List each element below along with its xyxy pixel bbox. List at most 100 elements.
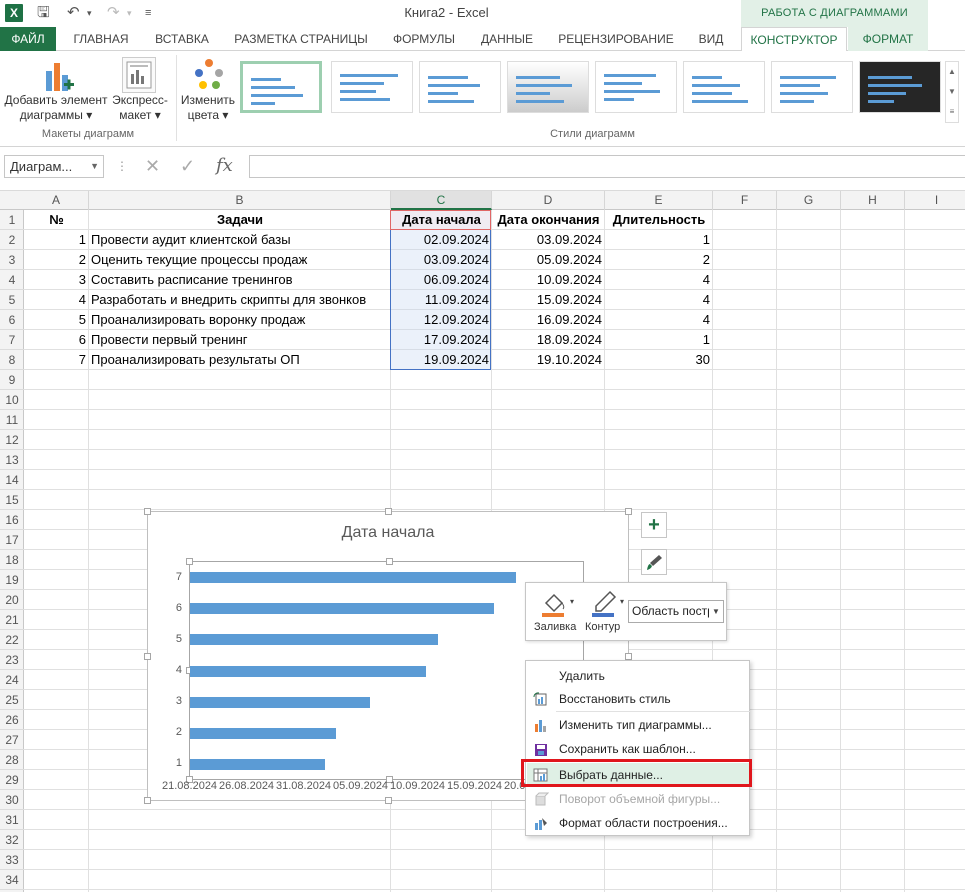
table-cell[interactable]: Провести первый тренинг — [89, 330, 391, 350]
table-cell[interactable]: Провести аудит клиентской базы — [89, 230, 391, 250]
chart-style-1[interactable] — [240, 61, 322, 113]
row-header-19[interactable]: 19 — [0, 570, 24, 590]
table-cell[interactable]: 1 — [605, 230, 713, 250]
table-cell[interactable]: 19.09.2024 — [391, 350, 492, 370]
column-header-h[interactable]: H — [841, 191, 905, 210]
chart-bar[interactable] — [190, 696, 371, 708]
column-header-e[interactable]: E — [605, 191, 713, 210]
row-header-27[interactable]: 27 — [0, 730, 24, 750]
table-cell[interactable]: 17.09.2024 — [391, 330, 492, 350]
row-header-5[interactable]: 5 — [0, 290, 24, 310]
row-header-8[interactable]: 8 — [0, 350, 24, 370]
row-header-20[interactable]: 20 — [0, 590, 24, 610]
table-cell[interactable]: 5 — [24, 310, 89, 330]
row-header-22[interactable]: 22 — [0, 630, 24, 650]
row-header-3[interactable]: 3 — [0, 250, 24, 270]
table-cell[interactable]: 11.09.2024 — [391, 290, 492, 310]
row-header-17[interactable]: 17 — [0, 530, 24, 550]
chart-title[interactable]: Дата начала — [148, 524, 628, 542]
tab-page-layout[interactable]: РАЗМЕТКА СТРАНИЦЫ — [225, 27, 377, 51]
tab-home[interactable]: ГЛАВНАЯ — [62, 27, 140, 51]
table-cell[interactable]: 15.09.2024 — [492, 290, 605, 310]
row-header-30[interactable]: 30 — [0, 790, 24, 810]
table-header-cell[interactable]: № — [24, 210, 89, 230]
resize-handle[interactable] — [625, 508, 632, 515]
row-header-7[interactable]: 7 — [0, 330, 24, 350]
table-cell[interactable]: Разработать и внедрить скрипты для звонк… — [89, 290, 391, 310]
table-cell[interactable]: Составить расписание тренингов — [89, 270, 391, 290]
chevron-down-icon[interactable]: ▼ — [709, 601, 723, 622]
table-cell[interactable]: 4 — [605, 270, 713, 290]
row-header-23[interactable]: 23 — [0, 650, 24, 670]
row-header-6[interactable]: 6 — [0, 310, 24, 330]
table-header-cell[interactable]: Задачи — [89, 210, 391, 230]
menu-item-change-chart-type[interactable]: Изменить тип диаграммы... — [527, 713, 749, 737]
row-header-15[interactable]: 15 — [0, 490, 24, 510]
table-cell[interactable]: Проанализировать воронку продаж — [89, 310, 391, 330]
table-cell[interactable]: Проанализировать результаты ОП — [89, 350, 391, 370]
table-cell[interactable]: 02.09.2024 — [391, 230, 492, 250]
row-header-4[interactable]: 4 — [0, 270, 24, 290]
table-cell[interactable]: 16.09.2024 — [492, 310, 605, 330]
row-header-18[interactable]: 18 — [0, 550, 24, 570]
row-header-26[interactable]: 26 — [0, 710, 24, 730]
quick-layout-button[interactable] — [122, 57, 156, 93]
column-header-c[interactable]: C — [391, 191, 492, 210]
resize-handle[interactable] — [144, 797, 151, 804]
table-cell[interactable]: 4 — [605, 310, 713, 330]
menu-item-delete[interactable]: Удалить — [527, 664, 749, 688]
resize-handle[interactable] — [385, 508, 392, 515]
chart-bar[interactable] — [190, 634, 438, 646]
chart-style-5[interactable] — [595, 61, 677, 113]
column-header-a[interactable]: A — [24, 191, 89, 210]
cancel-icon[interactable]: ✕ — [145, 155, 160, 177]
chart-elements-plus-icon[interactable]: + — [641, 512, 667, 538]
row-header-16[interactable]: 16 — [0, 510, 24, 530]
chart-bar[interactable] — [190, 572, 517, 584]
table-header-cell[interactable]: Дата начала — [391, 210, 492, 230]
table-cell[interactable]: 1 — [605, 330, 713, 350]
add-chart-element-button[interactable] — [40, 57, 76, 97]
column-header-f[interactable]: F — [713, 191, 777, 210]
table-cell[interactable]: 3 — [24, 270, 89, 290]
menu-item-format-plot-area[interactable]: Формат области построения... — [527, 811, 749, 835]
tab-file[interactable]: ФАЙЛ — [0, 27, 56, 51]
column-header-b[interactable]: B — [89, 191, 391, 210]
table-cell[interactable]: 2 — [605, 250, 713, 270]
insert-function-icon[interactable]: fx — [216, 155, 233, 177]
fill-button[interactable] — [540, 589, 570, 619]
formula-input[interactable] — [249, 155, 965, 178]
row-header-13[interactable]: 13 — [0, 450, 24, 470]
table-cell[interactable]: 18.09.2024 — [492, 330, 605, 350]
chart-bar[interactable] — [190, 758, 326, 770]
tab-design[interactable]: КОНСТРУКТОР — [741, 27, 847, 52]
table-cell[interactable]: 1 — [24, 230, 89, 250]
row-header-2[interactable]: 2 — [0, 230, 24, 250]
tab-data[interactable]: ДАННЫЕ — [472, 27, 542, 51]
column-header-i[interactable]: I — [905, 191, 965, 210]
chart-style-3[interactable] — [419, 61, 501, 113]
change-colors-button[interactable] — [192, 57, 226, 91]
outline-button[interactable] — [590, 589, 620, 619]
row-header-28[interactable]: 28 — [0, 750, 24, 770]
chart-style-2[interactable] — [331, 61, 413, 113]
row-header-31[interactable]: 31 — [0, 810, 24, 830]
row-header-33[interactable]: 33 — [0, 850, 24, 870]
table-cell[interactable]: 7 — [24, 350, 89, 370]
table-cell[interactable]: 03.09.2024 — [492, 230, 605, 250]
table-cell[interactable]: 30 — [605, 350, 713, 370]
row-header-9[interactable]: 9 — [0, 370, 24, 390]
table-cell[interactable]: 6 — [24, 330, 89, 350]
enter-icon[interactable]: ✓ — [180, 155, 195, 177]
fill-dropdown-icon[interactable]: ▾ — [570, 597, 574, 606]
chart-style-4[interactable] — [507, 61, 589, 113]
tab-formulas[interactable]: ФОРМУЛЫ — [382, 27, 466, 51]
row-header-11[interactable]: 11 — [0, 410, 24, 430]
row-header-32[interactable]: 32 — [0, 830, 24, 850]
menu-item-save-template[interactable]: Сохранить как шаблон... — [527, 737, 749, 761]
row-header-24[interactable]: 24 — [0, 670, 24, 690]
row-header-14[interactable]: 14 — [0, 470, 24, 490]
chart-bar[interactable] — [190, 665, 427, 677]
styles-scroll[interactable]: ▲ ▼ ≡ — [945, 61, 959, 123]
tab-insert[interactable]: ВСТАВКА — [145, 27, 219, 51]
